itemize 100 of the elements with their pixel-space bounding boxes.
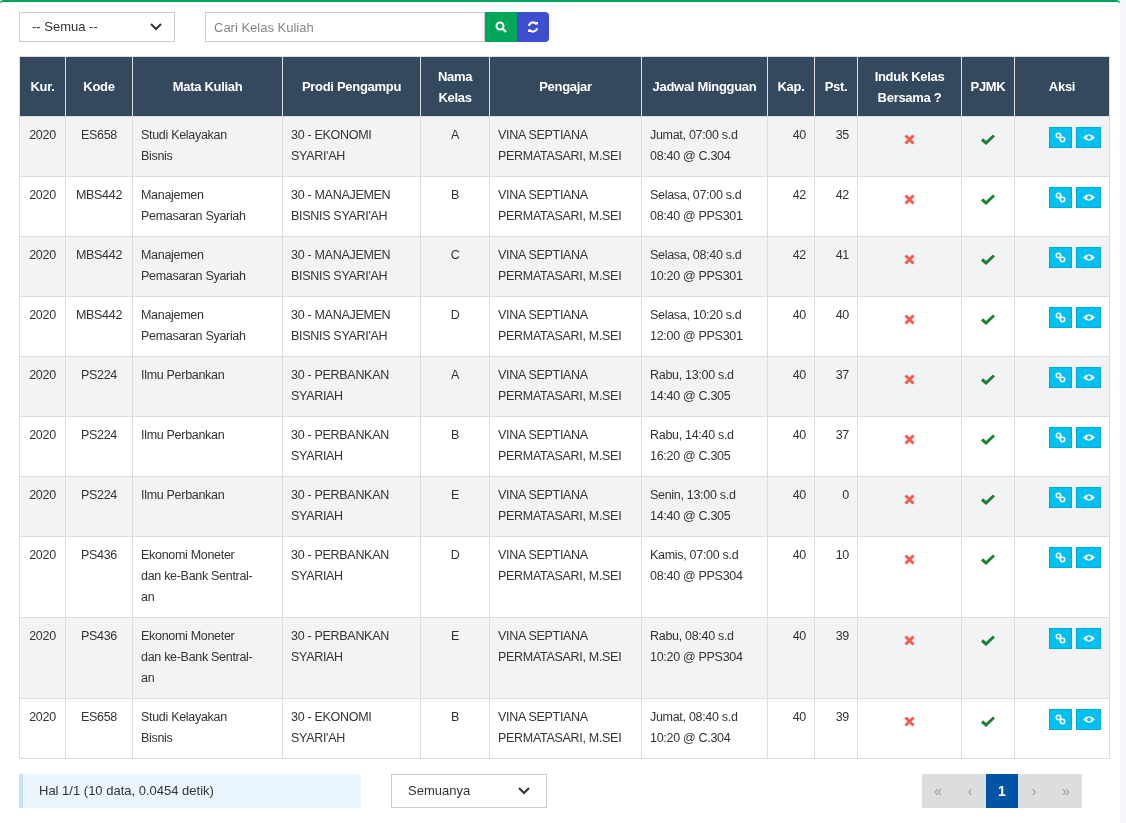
link-button[interactable] bbox=[1049, 247, 1072, 268]
eye-icon bbox=[1081, 253, 1096, 262]
link-icon bbox=[1055, 552, 1066, 563]
table-cell: 40 bbox=[767, 476, 815, 537]
table-cell: B bbox=[420, 416, 490, 477]
table-cell: 42 bbox=[814, 176, 858, 237]
table-cell: PS436 bbox=[65, 617, 133, 699]
table-cell: 40 bbox=[767, 116, 815, 177]
view-button[interactable] bbox=[1076, 367, 1101, 388]
page-size-dropdown[interactable]: Semuanya bbox=[391, 774, 547, 808]
table-cell: Selasa, 10:20 s.d 12:00 @ PPS301 bbox=[641, 296, 768, 357]
table-cell: Kamis, 07:00 s.d 08:40 @ PPS304 bbox=[641, 536, 768, 618]
view-button[interactable] bbox=[1076, 709, 1101, 730]
view-button[interactable] bbox=[1076, 427, 1101, 448]
view-button[interactable] bbox=[1076, 628, 1101, 649]
eye-icon bbox=[1081, 493, 1096, 502]
table-cell: ES658 bbox=[65, 698, 133, 759]
table-cell: A bbox=[420, 356, 490, 417]
table-cell: 37 bbox=[814, 356, 858, 417]
filter-dropdown[interactable]: -- Semua -- bbox=[19, 12, 175, 42]
table-cell: Ekonomi Moneter dan ke-Bank Sentral- an bbox=[132, 617, 283, 699]
table-cell: 30 - PERBANKAN SYARIAH bbox=[282, 416, 421, 477]
table-cell: Manajemen Pemasaran Syariah bbox=[132, 176, 283, 237]
column-header: Induk Kelas Bersama ? bbox=[857, 56, 962, 117]
link-button[interactable] bbox=[1049, 709, 1072, 730]
column-header: Aksi bbox=[1014, 56, 1110, 117]
table-cell: Jumat, 07:00 s.d 08:40 @ C.304 bbox=[641, 116, 768, 177]
table-cell: 40 bbox=[767, 356, 815, 417]
table-cell: 40 bbox=[767, 617, 815, 699]
table-cell: 30 - PERBANKAN SYARIAH bbox=[282, 356, 421, 417]
table-cell: 2020 bbox=[19, 356, 66, 417]
link-icon bbox=[1055, 312, 1066, 323]
view-button[interactable] bbox=[1076, 487, 1101, 508]
table-cell: 30 - PERBANKAN SYARIAH bbox=[282, 617, 421, 699]
table-cell: 39 bbox=[814, 617, 858, 699]
table-cell: 37 bbox=[814, 416, 858, 477]
view-button[interactable] bbox=[1076, 547, 1101, 568]
table-cell: 41 bbox=[814, 236, 858, 297]
view-button[interactable] bbox=[1076, 187, 1101, 208]
table-cell: 30 - MANAJEMEN BISNIS SYARI'AH bbox=[282, 176, 421, 237]
page-button[interactable]: 1 bbox=[986, 774, 1018, 808]
refresh-button[interactable] bbox=[517, 12, 549, 42]
table-cell: Senin, 13:00 s.d 14:40 @ C.305 bbox=[641, 476, 768, 537]
table-cell: 2020 bbox=[19, 116, 66, 177]
column-header: Pengajar bbox=[489, 56, 642, 117]
link-button[interactable] bbox=[1049, 307, 1072, 328]
table-cell: E bbox=[420, 476, 490, 537]
view-button[interactable] bbox=[1076, 307, 1101, 328]
link-button[interactable] bbox=[1049, 487, 1072, 508]
table-cell: MBS442 bbox=[65, 176, 133, 237]
search-field[interactable]: Cari Kelas Kuliah bbox=[205, 12, 485, 42]
link-icon bbox=[1055, 714, 1066, 725]
table-cell: VINA SEPTIANA PERMATASARI, M.SEI bbox=[489, 617, 642, 699]
table-cell: C bbox=[420, 236, 490, 297]
link-button[interactable] bbox=[1049, 547, 1072, 568]
table-cell: Rabu, 13:00 s.d 14:40 @ C.305 bbox=[641, 356, 768, 417]
column-header: Prodi Pengampu bbox=[282, 56, 421, 117]
eye-icon bbox=[1081, 193, 1096, 202]
table-cell: Jumat, 08:40 s.d 10:20 @ C.304 bbox=[641, 698, 768, 759]
view-button[interactable] bbox=[1076, 247, 1101, 268]
table-cell: D bbox=[420, 296, 490, 357]
table-cell: A bbox=[420, 116, 490, 177]
link-button[interactable] bbox=[1049, 427, 1072, 448]
view-button[interactable] bbox=[1076, 127, 1101, 148]
link-button[interactable] bbox=[1049, 187, 1072, 208]
table-cell: 30 - PERBANKAN SYARIAH bbox=[282, 476, 421, 537]
table-cell: 2020 bbox=[19, 296, 66, 357]
search-button[interactable] bbox=[485, 12, 517, 42]
link-icon bbox=[1055, 132, 1066, 143]
link-button[interactable] bbox=[1049, 367, 1072, 388]
table-cell: 2020 bbox=[19, 416, 66, 477]
table-cell: 2020 bbox=[19, 536, 66, 618]
table-cell: E bbox=[420, 617, 490, 699]
table-cell: PS224 bbox=[65, 416, 133, 477]
eye-icon bbox=[1081, 715, 1096, 724]
table-cell: 2020 bbox=[19, 617, 66, 699]
table-cell: PS224 bbox=[65, 476, 133, 537]
link-button[interactable] bbox=[1049, 127, 1072, 148]
table-cell: Ilmu Perbankan bbox=[132, 356, 283, 417]
link-button[interactable] bbox=[1049, 628, 1072, 649]
table-cell: Rabu, 14:40 s.d 16:20 @ C.305 bbox=[641, 416, 768, 477]
caret-icon bbox=[150, 23, 162, 31]
table-cell: VINA SEPTIANA PERMATASARI, M.SEI bbox=[489, 296, 642, 357]
table-cell: MBS442 bbox=[65, 296, 133, 357]
table-cell: 10 bbox=[814, 536, 858, 618]
link-icon bbox=[1055, 372, 1066, 383]
table-cell: 2020 bbox=[19, 236, 66, 297]
table-cell: B bbox=[420, 698, 490, 759]
link-icon bbox=[1055, 432, 1066, 443]
table-cell: 30 - MANAJEMEN BISNIS SYARI'AH bbox=[282, 236, 421, 297]
column-header: Jadwal Mingguan bbox=[641, 56, 768, 117]
table-cell: 40 bbox=[767, 698, 815, 759]
column-header: PJMK bbox=[961, 56, 1015, 117]
table-cell: 42 bbox=[767, 236, 815, 297]
table-cell: 35 bbox=[814, 116, 858, 177]
column-header: Kode bbox=[65, 56, 133, 117]
table-cell: PS436 bbox=[65, 536, 133, 618]
table-cell: VINA SEPTIANA PERMATASARI, M.SEI bbox=[489, 356, 642, 417]
table-cell: D bbox=[420, 536, 490, 618]
table-cell: Ilmu Perbankan bbox=[132, 476, 283, 537]
